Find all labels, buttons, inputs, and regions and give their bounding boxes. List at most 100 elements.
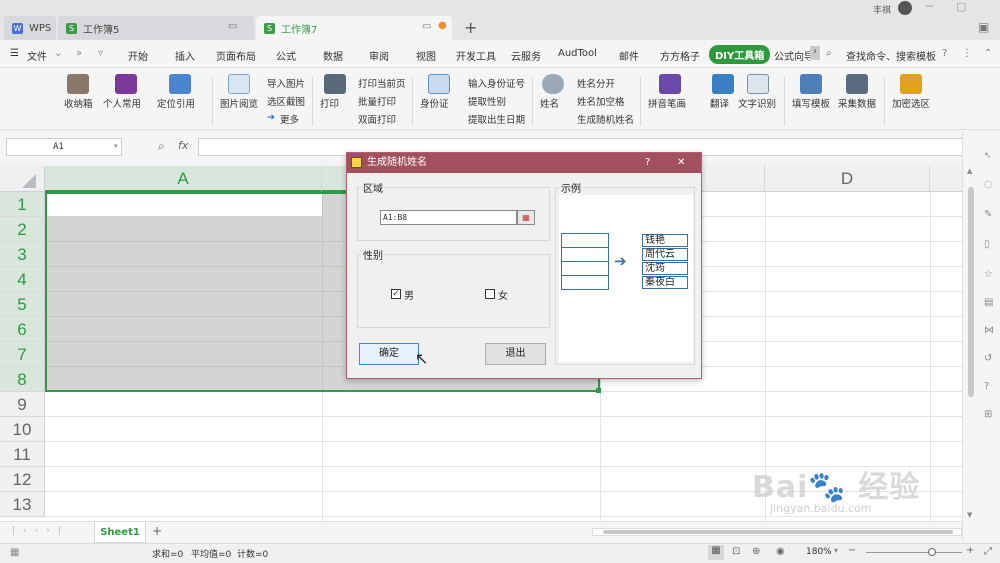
- menu-mail[interactable]: 邮件: [619, 48, 639, 63]
- zoom-slider[interactable]: [866, 552, 962, 553]
- row-header-8[interactable]: 8: [0, 367, 45, 392]
- locate-reference-button[interactable]: 定位引用: [157, 96, 195, 110]
- image-viewer-button[interactable]: 图片阅览: [220, 96, 258, 110]
- horizontal-scrollbar[interactable]: [592, 528, 962, 536]
- row-header-5[interactable]: 5: [0, 292, 45, 317]
- row-header-1[interactable]: 1: [0, 192, 45, 217]
- menu-file[interactable]: 文件: [27, 48, 47, 63]
- female-checkbox[interactable]: [485, 289, 495, 299]
- active-cell-a1[interactable]: [47, 194, 322, 216]
- search-commands[interactable]: 查找命令、搜索模板: [846, 48, 936, 63]
- scroll-down-icon[interactable]: ▼: [967, 511, 972, 519]
- extract-birthdate-button[interactable]: 提取出生日期: [468, 112, 525, 126]
- text-recognition-button[interactable]: 文字识别: [738, 96, 776, 110]
- fill-template-button[interactable]: 填写模板: [792, 96, 830, 110]
- collect-data-button[interactable]: 采集数据: [838, 96, 876, 110]
- menu-diy-toolbox[interactable]: DIY工具箱: [709, 45, 771, 64]
- row-header-9[interactable]: 9: [0, 392, 45, 417]
- shapes-icon[interactable]: ◌: [984, 179, 993, 190]
- history-icon[interactable]: ↺: [984, 353, 992, 364]
- generate-random-name-button[interactable]: 生成随机姓名: [577, 112, 634, 126]
- ok-button[interactable]: 确定: [359, 343, 419, 365]
- encrypt-selection-button[interactable]: 加密选区: [892, 96, 930, 110]
- help-icon[interactable]: ?: [942, 48, 947, 59]
- more-icon[interactable]: »: [76, 48, 82, 59]
- personal-common-button[interactable]: 个人常用: [103, 96, 141, 110]
- row-header-12[interactable]: 12: [0, 467, 45, 492]
- zoom-in-icon[interactable]: +: [966, 545, 974, 556]
- more-button[interactable]: 更多: [280, 112, 299, 126]
- column-header-d[interactable]: D: [765, 166, 930, 192]
- page-layout-view-icon[interactable]: ⊕: [752, 546, 760, 557]
- storage-box-button[interactable]: 收纳箱: [64, 96, 93, 110]
- zoom-slider-thumb[interactable]: [928, 548, 936, 556]
- menu-developer[interactable]: 开发工具: [456, 48, 496, 63]
- scroll-menu-icon[interactable]: ›: [810, 46, 820, 60]
- fullscreen-icon[interactable]: ⤢: [984, 546, 992, 557]
- region-screenshot-button[interactable]: 选区截图: [267, 94, 305, 108]
- help-icon[interactable]: ?: [645, 153, 650, 173]
- share-icon[interactable]: ⋈: [984, 325, 994, 336]
- menu-insert[interactable]: 插入: [175, 48, 195, 63]
- translate-button[interactable]: 翻译: [710, 96, 729, 110]
- pinyin-stroke-button[interactable]: 拼音笔画: [648, 96, 686, 110]
- eye-protection-icon[interactable]: ◉: [776, 546, 785, 557]
- row-header-13[interactable]: 13: [0, 492, 45, 517]
- doc-icon[interactable]: ▯: [984, 239, 990, 250]
- import-images-button[interactable]: 导入图片: [267, 76, 305, 90]
- scrollbar-thumb[interactable]: [603, 530, 953, 534]
- chevron-down-icon[interactable]: ⌄: [54, 48, 62, 59]
- add-sheet-icon[interactable]: +: [152, 524, 162, 538]
- menu-page-layout[interactable]: 页面布局: [216, 48, 256, 63]
- menu-data[interactable]: 数据: [323, 48, 343, 63]
- normal-view-icon[interactable]: ▦: [708, 545, 724, 560]
- menu-view[interactable]: 视图: [416, 48, 436, 63]
- page-break-view-icon[interactable]: ⊡: [732, 546, 740, 557]
- menu-audtool[interactable]: AudTool: [558, 48, 597, 59]
- chevron-down-icon[interactable]: ▾: [114, 142, 118, 150]
- row-header-2[interactable]: 2: [0, 217, 45, 242]
- dialog-title-bar[interactable]: 生成随机姓名 ? ✕: [347, 153, 701, 173]
- name-button[interactable]: 姓名: [540, 96, 559, 110]
- row-header-3[interactable]: 3: [0, 242, 45, 267]
- row-header-10[interactable]: 10: [0, 417, 45, 442]
- monitor-icon[interactable]: ▭: [422, 21, 431, 32]
- row-header-7[interactable]: 7: [0, 342, 45, 367]
- male-checkbox[interactable]: ✓: [391, 289, 401, 299]
- zoom-icon[interactable]: ⌕: [158, 139, 165, 154]
- box-icon[interactable]: ▤: [984, 297, 993, 308]
- wps-home-tab[interactable]: W WPS: [4, 16, 56, 40]
- sheet-nav-icons[interactable]: |‹‹›|: [12, 526, 69, 536]
- zoom-out-icon[interactable]: −: [848, 545, 856, 556]
- menu-fangfang[interactable]: 方方格子: [660, 48, 700, 63]
- edit-icon[interactable]: ✎: [984, 209, 992, 220]
- column-header-a[interactable]: A: [45, 166, 322, 192]
- column-header-e[interactable]: [930, 166, 962, 192]
- duplex-print-button[interactable]: 双面打印: [358, 112, 396, 126]
- menu-home[interactable]: 开始: [128, 48, 148, 63]
- exit-button[interactable]: 退出: [485, 343, 546, 365]
- customize-icon[interactable]: ▿: [98, 48, 103, 59]
- row-header-11[interactable]: 11: [0, 442, 45, 467]
- sheet-tab-sheet1[interactable]: Sheet1: [94, 522, 146, 543]
- name-add-space-button[interactable]: 姓名加空格: [577, 94, 625, 108]
- collapse-icon[interactable]: ⌃: [984, 48, 992, 59]
- zoom-level[interactable]: 180%: [806, 547, 832, 557]
- fill-handle[interactable]: [596, 388, 601, 393]
- hamburger-icon[interactable]: ☰: [10, 48, 19, 59]
- input-id-number-button[interactable]: 输入身份证号: [468, 76, 525, 90]
- print-button[interactable]: 打印: [320, 96, 339, 110]
- row-header-6[interactable]: 6: [0, 317, 45, 342]
- more-options-icon[interactable]: ⋮: [962, 48, 972, 59]
- workbook-tab-5[interactable]: S 工作簿5 ▭: [58, 16, 254, 40]
- close-icon[interactable]: ✕: [677, 153, 685, 173]
- macro-icon[interactable]: ▦: [10, 547, 19, 558]
- range-picker-icon[interactable]: ▦: [517, 210, 535, 225]
- avatar[interactable]: [898, 1, 912, 15]
- region-input[interactable]: A1:B8: [380, 210, 517, 225]
- print-current-page-button[interactable]: 打印当前页: [358, 76, 406, 90]
- select-all-corner[interactable]: [0, 166, 45, 192]
- new-tab-button[interactable]: +: [464, 18, 477, 37]
- extract-gender-button[interactable]: 提取性别: [468, 94, 506, 108]
- star-icon[interactable]: ☆: [984, 269, 993, 280]
